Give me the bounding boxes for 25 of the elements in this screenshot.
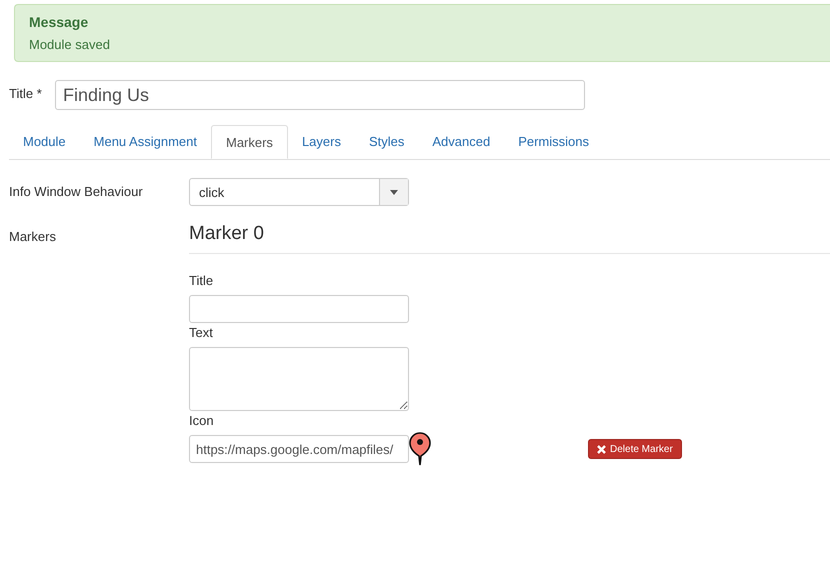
map-pin-icon (409, 432, 431, 466)
tab[interactable]: Advanced (418, 125, 504, 159)
close-icon (597, 444, 606, 454)
field-label: Title (189, 273, 214, 288)
message-text: Module saved (29, 37, 111, 52)
tab[interactable]: Styles (354, 125, 418, 159)
marker-text-field[interactable] (189, 347, 409, 411)
field-label: Info Window Behaviour (9, 183, 144, 201)
tab[interactable]: Markers (210, 125, 288, 159)
field-label: Markers (9, 228, 57, 246)
field-label: Icon (189, 413, 215, 428)
field-label: Title * (9, 86, 43, 100)
delete-marker-button[interactable]: Delete Marker (588, 439, 682, 459)
title-field[interactable]: Finding Us (55, 80, 585, 110)
behaviour-dropdown[interactable]: click (189, 178, 409, 206)
field-label: Text (189, 325, 214, 340)
caret-icon (390, 190, 398, 194)
tab[interactable]: Menu Assignment (80, 125, 211, 159)
marker-title-field[interactable] (189, 295, 409, 323)
tab[interactable]: Module (9, 125, 80, 159)
tab[interactable]: Permissions (504, 125, 603, 159)
message-heading: Message (29, 14, 90, 30)
icon-url-field[interactable]: https://maps.google.com/mapfiles/ (189, 435, 409, 463)
marker-heading: Marker 0 (189, 223, 830, 254)
tab[interactable]: Layers (288, 125, 355, 159)
